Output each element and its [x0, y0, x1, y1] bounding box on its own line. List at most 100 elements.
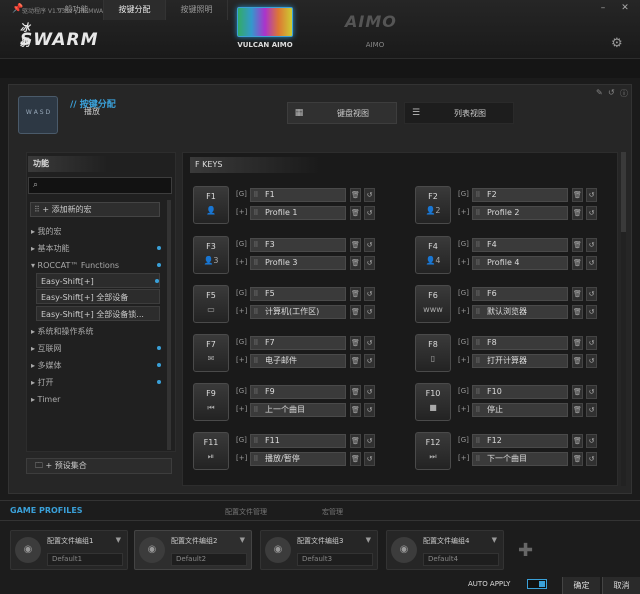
profile-slot-default[interactable]: Default1 [47, 553, 123, 566]
reset-icon[interactable]: ↺ [586, 385, 597, 399]
profile-slot-default[interactable]: Default4 [423, 553, 499, 566]
reset-icon[interactable]: ↺ [586, 305, 597, 319]
reset-icon[interactable]: ↺ [364, 256, 375, 270]
key-f9[interactable]: F9 ⏮ [193, 383, 229, 421]
reset-icon[interactable]: ↺ [364, 452, 375, 466]
tab-key-illumination[interactable]: 按键照明 [166, 0, 228, 20]
reset-icon[interactable]: ↺ [586, 434, 597, 448]
easyshift-function-field[interactable]: ⠿ Profile 4 [472, 256, 568, 270]
reset-icon[interactable]: ↺ [364, 305, 375, 319]
keyboard-view-button[interactable]: ▦ 键盘视图 [287, 102, 397, 124]
chevron-down-icon[interactable]: ▼ [366, 536, 371, 544]
profile-slot[interactable]: ◉ 配置文件编组4 ▼ Default4 [386, 530, 504, 570]
chevron-down-icon[interactable]: ▼ [116, 536, 121, 544]
delete-icon[interactable]: 🗑 [350, 287, 361, 301]
delete-icon[interactable]: 🗑 [572, 385, 583, 399]
reset-icon[interactable]: ↺ [586, 354, 597, 368]
delete-icon[interactable]: 🗑 [572, 354, 583, 368]
profile-slot[interactable]: ◉ 配置文件编组1 ▼ Default1 [10, 530, 128, 570]
key-f5[interactable]: F5 ▭ [193, 285, 229, 323]
search-input[interactable]: ⌕ [28, 177, 172, 194]
standard-function-field[interactable]: ⠿ F8 [472, 336, 568, 350]
delete-icon[interactable]: 🗑 [572, 206, 583, 220]
list-view-button[interactable]: ☰ 列表视图 [404, 102, 514, 124]
minimize-button[interactable]: – [596, 3, 610, 13]
auto-apply-toggle[interactable] [527, 579, 547, 589]
profile-slot[interactable]: ◉ 配置文件编组2 ▼ Default2 [134, 530, 252, 570]
tab-key-assignment[interactable]: 按键分配 [104, 0, 166, 20]
delete-icon[interactable]: 🗑 [572, 336, 583, 350]
keyboard-device-image[interactable] [237, 7, 293, 37]
key-f11[interactable]: F11 ⏯ [193, 432, 229, 470]
easyshift-function-field[interactable]: ⠿ Profile 1 [250, 206, 346, 220]
standard-function-field[interactable]: ⠿ F3 [250, 238, 346, 252]
ok-button[interactable]: 确定 [562, 577, 600, 594]
function-item[interactable]: ▸ 系统和操作系统 [31, 324, 161, 339]
standard-function-field[interactable]: ⠿ F6 [472, 287, 568, 301]
reset-icon[interactable]: ↺ [586, 452, 597, 466]
key-f3[interactable]: F3 👤3 [193, 236, 229, 274]
function-item[interactable]: ▸ 多媒体 [31, 358, 161, 373]
delete-icon[interactable]: 🗑 [572, 287, 583, 301]
delete-icon[interactable]: 🗑 [350, 256, 361, 270]
delete-icon[interactable]: 🗑 [572, 305, 583, 319]
pin-icon[interactable]: 📌 [12, 4, 23, 14]
easyshift-function-field[interactable]: ⠿ Profile 2 [472, 206, 568, 220]
reset-icon[interactable]: ↺ [364, 403, 375, 417]
preset-collection-button[interactable]: 🗀 + 预设集合 [26, 458, 172, 474]
add-macro-button[interactable]: ⠿ + 添加新的宏 [30, 202, 160, 217]
chevron-down-icon[interactable]: ▼ [492, 536, 497, 544]
reset-icon[interactable]: ↺ [364, 354, 375, 368]
easyshift-function-field[interactable]: ⠿ 停止 [472, 403, 568, 417]
delete-icon[interactable]: 🗑 [350, 385, 361, 399]
delete-icon[interactable]: 🗑 [350, 452, 361, 466]
key-f7[interactable]: F7 ✉ [193, 334, 229, 372]
reset-icon[interactable]: ↺ [586, 206, 597, 220]
key-f2[interactable]: F2 👤2 [415, 186, 451, 224]
delete-icon[interactable]: 🗑 [350, 434, 361, 448]
delete-icon[interactable]: 🗑 [572, 238, 583, 252]
function-item[interactable]: Easy-Shift[+] 全部设备 [36, 289, 160, 304]
reset-icon[interactable]: ↺ [586, 336, 597, 350]
reset-icon[interactable]: ↺ [586, 238, 597, 252]
standard-function-field[interactable]: ⠿ F5 [250, 287, 346, 301]
device-name[interactable]: VULCAN AIMO [220, 41, 310, 49]
aimo-label[interactable]: AIMO [355, 41, 395, 49]
profile-management-tab[interactable]: 配置文件管理 [225, 507, 267, 517]
reset-icon[interactable]: ↺ [364, 287, 375, 301]
function-item[interactable]: Easy-Shift[+] 全部设备锁... [36, 306, 160, 321]
delete-icon[interactable]: 🗑 [350, 305, 361, 319]
reset-icon[interactable]: ↺ [364, 434, 375, 448]
easyshift-function-field[interactable]: ⠿ 电子邮件 [250, 354, 346, 368]
easyshift-function-field[interactable]: ⠿ 默认浏览器 [472, 305, 568, 319]
reset-icon[interactable]: ↺ [364, 336, 375, 350]
function-item[interactable]: ▸ 互联网 [31, 341, 161, 356]
profile-slot-default[interactable]: Default2 [171, 553, 247, 566]
key-f1[interactable]: F1 👤 [193, 186, 229, 224]
reset-icon[interactable]: ↺ [586, 403, 597, 417]
delete-icon[interactable]: 🗑 [572, 403, 583, 417]
key-f8[interactable]: F8 ▯ [415, 334, 451, 372]
macro-management-tab[interactable]: 宏管理 [322, 507, 343, 517]
easyshift-function-field[interactable]: ⠿ 打开计算器 [472, 354, 568, 368]
standard-function-field[interactable]: ⠿ F2 [472, 188, 568, 202]
reset-icon[interactable]: ↺ [364, 385, 375, 399]
pin-icon[interactable]: ✎ [596, 88, 603, 97]
chevron-down-icon[interactable]: ▼ [240, 536, 245, 544]
delete-icon[interactable]: 🗑 [350, 188, 361, 202]
delete-icon[interactable]: 🗑 [350, 206, 361, 220]
standard-function-field[interactable]: ⠿ F11 [250, 434, 346, 448]
tab-general[interactable]: 一般功能 [42, 0, 104, 20]
close-button[interactable]: ✕ [618, 3, 632, 13]
easyshift-function-field[interactable]: ⠿ 计算机(工作区) [250, 305, 346, 319]
profile-slot-default[interactable]: Default3 [297, 553, 373, 566]
function-item[interactable]: ▸ Timer [31, 392, 161, 407]
cancel-button[interactable]: 取消 [602, 577, 640, 594]
reset-icon[interactable]: ↺ [586, 188, 597, 202]
easyshift-function-field[interactable]: ⠿ Profile 3 [250, 256, 346, 270]
delete-icon[interactable]: 🗑 [572, 188, 583, 202]
standard-function-field[interactable]: ⠿ F4 [472, 238, 568, 252]
key-f6[interactable]: F6 www [415, 285, 451, 323]
gear-icon[interactable]: ⚙ [611, 36, 623, 51]
reset-icon[interactable]: ↺ [586, 256, 597, 270]
